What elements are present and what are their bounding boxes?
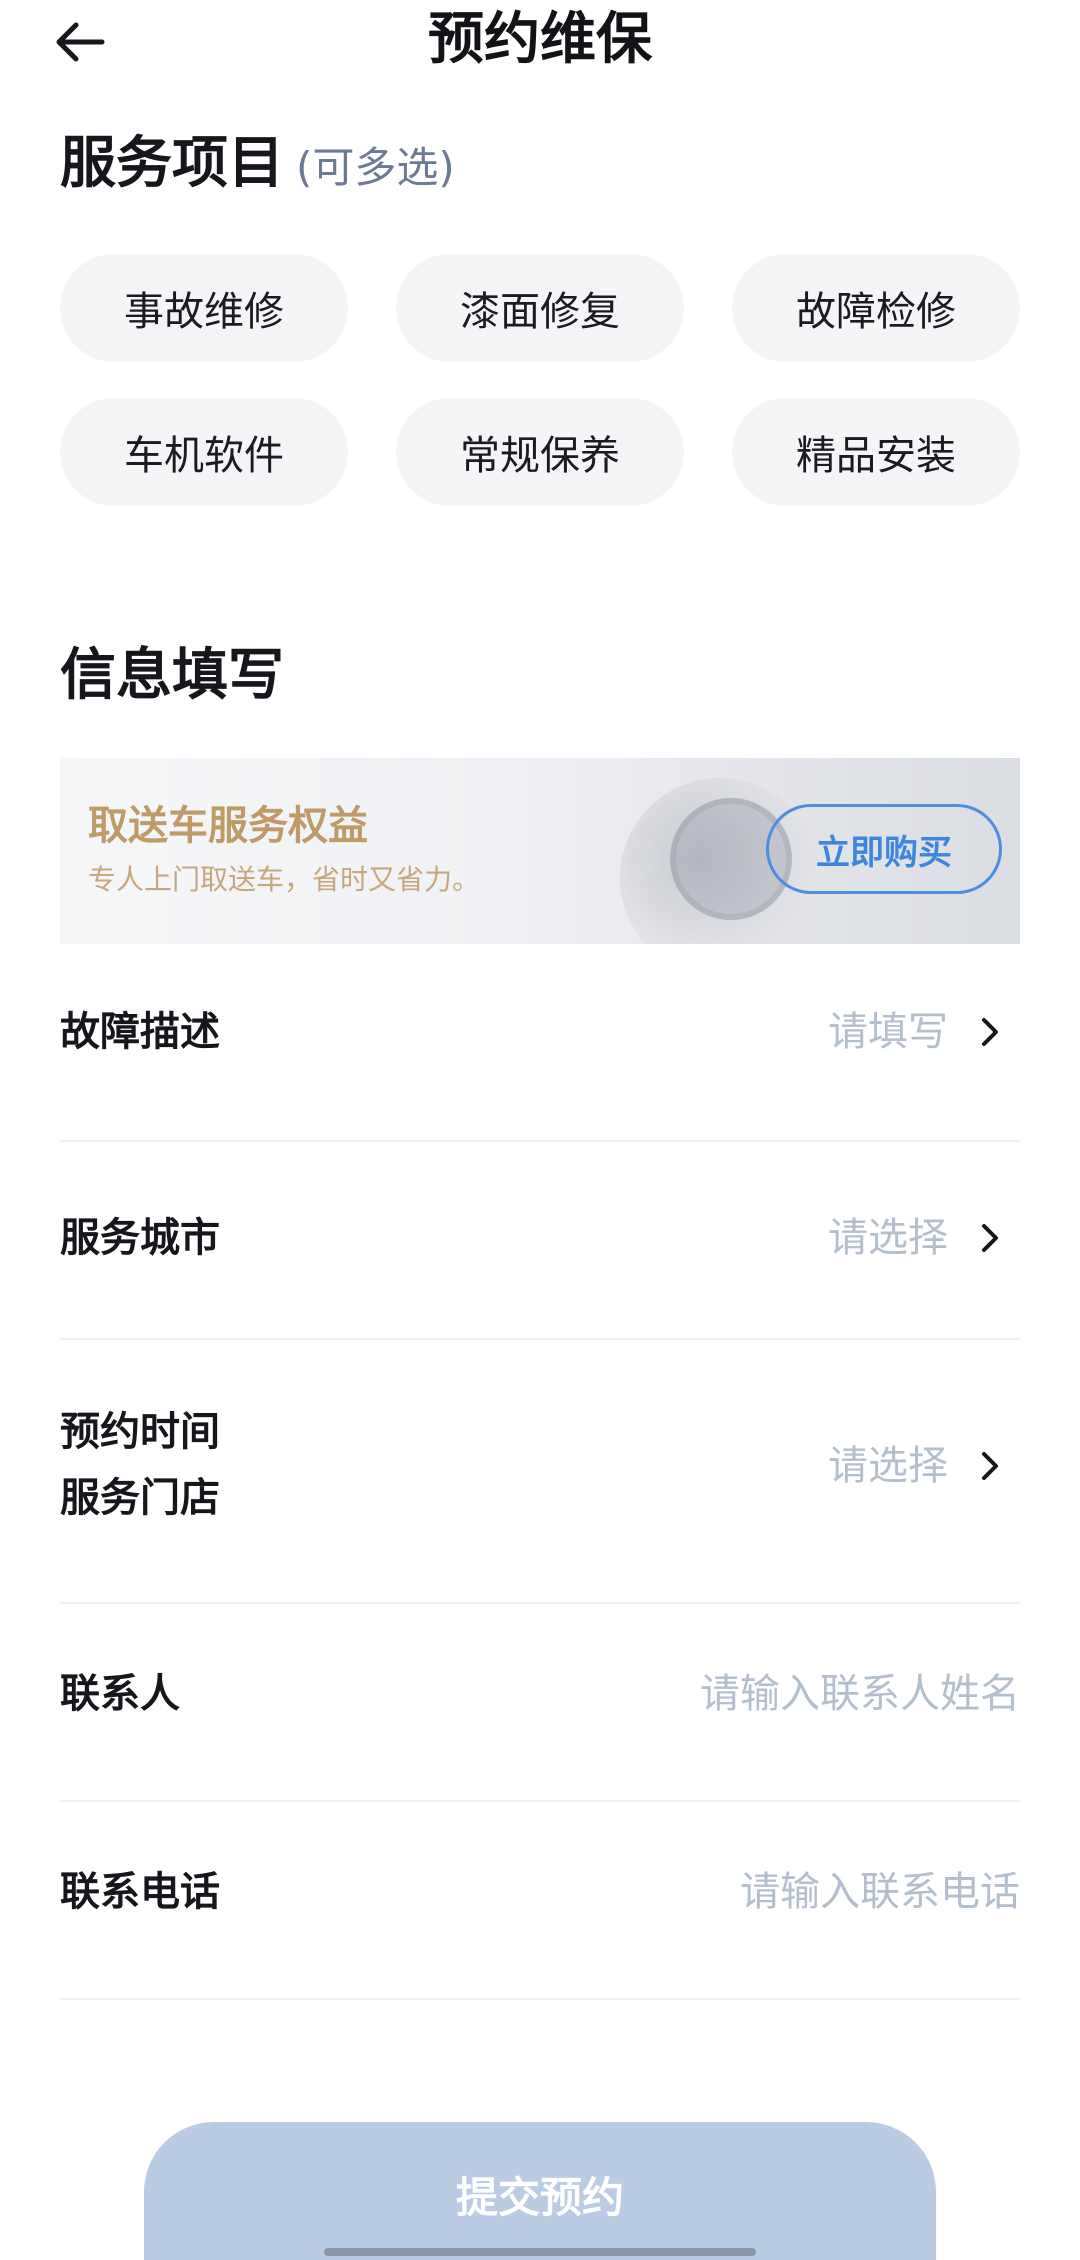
chevron-right-icon xyxy=(982,1018,998,1046)
appointment-time-store-row[interactable]: 预约时间 服务门店 请选择 xyxy=(60,1340,1020,1604)
contact-phone-input[interactable]: 请输入联系电话 xyxy=(740,1866,1020,1918)
services-section-title: 服务项目 (可多选) xyxy=(60,128,455,204)
home-indicator xyxy=(324,2248,756,2256)
pickup-service-banner: 取送车服务权益 专人上门取送车，省时又省力。 立即购买 xyxy=(60,758,1020,944)
contact-name-input[interactable]: 请输入联系人姓名 xyxy=(700,1668,1020,1720)
chevron-right-icon xyxy=(982,1452,998,1480)
banner-title: 取送车服务权益 xyxy=(88,803,368,849)
chip-routine-maintenance[interactable]: 常规保养 xyxy=(396,398,684,506)
fault-description-row[interactable]: 故障描述 请填写 xyxy=(60,944,1020,1142)
contact-phone-label: 联系电话 xyxy=(60,1869,220,1915)
banner-description: 专人上门取送车，省时又省力。 xyxy=(88,863,481,896)
submit-appointment-button[interactable]: 提交预约 xyxy=(144,2122,936,2260)
service-chips: 事故维修 漆面修复 故障检修 车机软件 常规保养 精品安装 xyxy=(60,254,1020,506)
contact-name-row: 联系人 请输入联系人姓名 xyxy=(60,1604,1020,1802)
service-store-label: 服务门店 xyxy=(60,1475,220,1521)
chip-paint-repair[interactable]: 漆面修复 xyxy=(396,254,684,362)
chip-accessory-install[interactable]: 精品安装 xyxy=(732,398,1020,506)
appointment-time-label: 预约时间 xyxy=(60,1409,220,1455)
fault-description-value: 请填写 xyxy=(828,1009,948,1055)
service-city-label: 服务城市 xyxy=(60,1215,220,1261)
services-title: 服务项目 xyxy=(60,131,284,196)
chip-accident-repair[interactable]: 事故维修 xyxy=(60,254,348,362)
buy-now-button[interactable]: 立即购买 xyxy=(766,804,1002,894)
chevron-right-icon xyxy=(982,1224,998,1252)
chip-infotainment-software[interactable]: 车机软件 xyxy=(60,398,348,506)
service-city-row[interactable]: 服务城市 请选择 xyxy=(60,1142,1020,1340)
page-title: 预约维保 xyxy=(428,7,652,72)
service-city-value: 请选择 xyxy=(828,1215,948,1261)
fault-description-label: 故障描述 xyxy=(60,1009,220,1055)
contact-phone-row: 联系电话 请输入联系电话 xyxy=(60,1802,1020,2000)
appointment-time-value: 请选择 xyxy=(828,1443,948,1489)
contact-name-label: 联系人 xyxy=(60,1671,180,1717)
services-subtitle: (可多选) xyxy=(296,143,455,192)
chip-fault-repair[interactable]: 故障检修 xyxy=(732,254,1020,362)
top-bar: 预约维保 xyxy=(0,0,1080,84)
info-section-title: 信息填写 xyxy=(60,643,284,708)
